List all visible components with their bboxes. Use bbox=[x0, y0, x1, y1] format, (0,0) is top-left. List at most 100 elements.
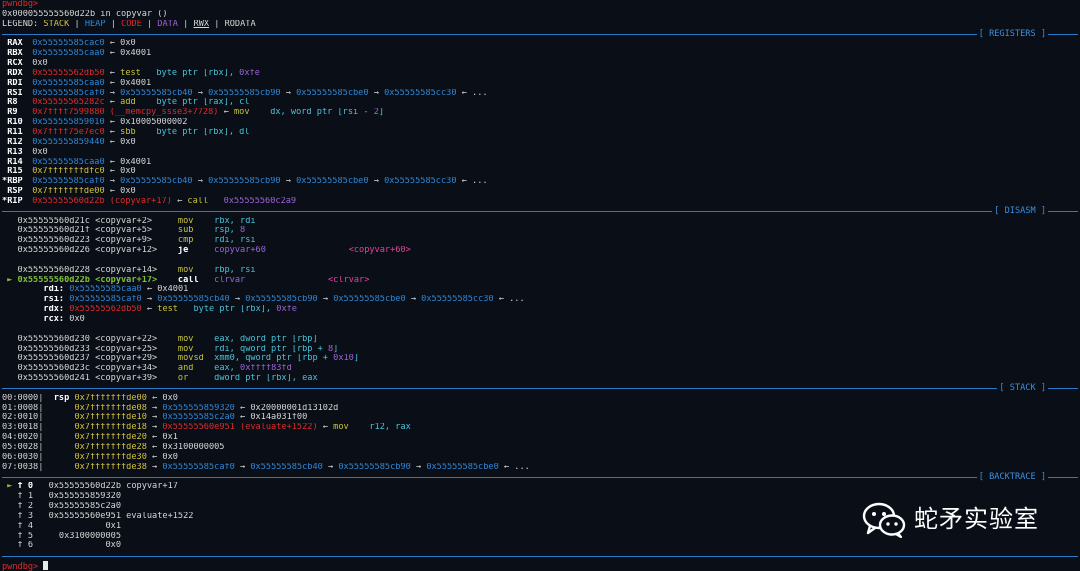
text-segment: 0x555555859010 bbox=[32, 118, 105, 128]
disasm-line: rdi: 0x55555585caa0 ← 0x4001 bbox=[2, 285, 1078, 295]
text-segment: mov bbox=[177, 334, 194, 344]
text-segment: 0x55555585cb40 bbox=[120, 88, 193, 98]
disasm-line: 0x55555560d223 <copyvar+9> cmp rdi, rsi bbox=[2, 236, 1078, 246]
text-segment: 0x55555585caa0 bbox=[32, 49, 105, 59]
register-name: R9 bbox=[7, 108, 18, 118]
text-segment: copyvar+60 bbox=[188, 246, 266, 256]
text-segment: → bbox=[405, 295, 422, 305]
text-segment: 0x7fffffffde18 bbox=[74, 423, 147, 433]
text-segment: rsp, bbox=[193, 226, 241, 236]
text-segment: 0x0 bbox=[64, 315, 85, 324]
register-name: R10 bbox=[7, 118, 23, 128]
text-segment: 0x55555560d22b (copyvar+17) bbox=[32, 196, 172, 206]
text-segment: 0x55555585cb40 bbox=[157, 295, 230, 305]
disasm-line bbox=[2, 256, 1078, 266]
bottom-separator bbox=[2, 551, 1078, 561]
text-segment: → bbox=[146, 423, 163, 433]
text-segment: 0x55555585caf0 bbox=[32, 177, 105, 187]
text-segment: → bbox=[368, 88, 385, 98]
text-segment: 0x55555562db50 bbox=[69, 305, 142, 315]
text-segment: ← 0x14a031f00 bbox=[234, 413, 308, 423]
terminal[interactable]: pwndbg> 0x000055555560d22b in copyvar ()… bbox=[2, 0, 1078, 571]
stack-row: 06:0030│ 0x7fffffffde30 ← 0x0 bbox=[2, 453, 1078, 463]
text-segment: 02:0010│ bbox=[2, 413, 75, 423]
stack-row: 03:0018│ 0x7fffffffde18 → 0x55555560e951… bbox=[2, 423, 1078, 433]
text-segment: 0x55555585cbe0 bbox=[333, 295, 406, 305]
text-segment: ► bbox=[2, 275, 18, 285]
text-segment: dx, word ptr [rsi - bbox=[249, 108, 374, 118]
text-segment: ← bbox=[104, 68, 121, 78]
register-name: RCX bbox=[7, 59, 23, 69]
text-segment: 0x55555565282c bbox=[32, 98, 105, 108]
register-name: RIP bbox=[7, 196, 23, 206]
text-segment: mov bbox=[177, 265, 194, 275]
text-segment: xmm0, qword ptr [rbp + bbox=[203, 354, 334, 364]
text-segment: 0x55555585cb90 bbox=[208, 88, 281, 98]
text-segment: → bbox=[141, 295, 158, 305]
text-segment: 0x55555560d22b copyvar+17 bbox=[33, 482, 178, 492]
text-segment: → bbox=[322, 462, 339, 472]
text-segment: 0x55555560d226 <copyvar+12> bbox=[2, 246, 178, 256]
disasm-panel: 0x55555560d21c <copyvar+2> mov rbx, rdi … bbox=[2, 217, 1078, 384]
text-segment: ► bbox=[2, 482, 18, 492]
legend-line: LEGEND: STACK | HEAP | CODE | DATA | RWX… bbox=[2, 19, 256, 29]
text-segment: 0x55555585cc30 bbox=[384, 88, 457, 98]
text-segment: 00:0000│ bbox=[2, 393, 54, 403]
text-segment: or bbox=[177, 374, 189, 384]
text-segment bbox=[266, 246, 349, 255]
disasm-line bbox=[2, 325, 1078, 335]
stack-row: 04:0020│ 0x7fffffffde20 ← 0x1 bbox=[2, 433, 1078, 443]
text-segment: 0x55555585cc30 bbox=[421, 295, 494, 305]
register-row: RDI 0x55555585caa0 ← 0x4001 bbox=[2, 79, 1078, 89]
text-segment: 0x55555585caa0 bbox=[69, 285, 142, 295]
text-segment: ← bbox=[104, 127, 121, 137]
text-segment: 0x7fffffffde10 bbox=[74, 413, 147, 423]
text-segment: byte ptr [rbx], bbox=[177, 305, 277, 315]
text-segment: test bbox=[157, 305, 178, 315]
backtrace-frame: ► f 0 0x55555560d22b copyvar+17 bbox=[2, 482, 1078, 492]
registers-separator: [ REGISTERS ] bbox=[2, 29, 1078, 40]
register-row: RSP 0x7fffffffde00 ← 0x0 bbox=[2, 187, 1078, 197]
text-segment: ← 0x0 bbox=[146, 393, 178, 403]
register-row: R9 0x7ffff7599880 (__memcpy_ssse3+7728) ←… bbox=[2, 108, 1078, 118]
text-segment: dword ptr [rbx], eax bbox=[188, 374, 318, 384]
text-segment: cmp bbox=[177, 236, 194, 246]
text-segment: 0x55555560d228 <copyvar+14> bbox=[2, 265, 178, 275]
text-segment: 0x55555560d241 <copyvar+39> bbox=[2, 374, 178, 384]
text-segment: 0x7fffffffde30 bbox=[74, 452, 147, 462]
text-segment: ] bbox=[378, 108, 385, 118]
register-row: R11 0x7ffff75e7ec0 ← sbb byte ptr [rbx], … bbox=[2, 128, 1078, 138]
disasm-line: ► 0x55555560d22b <copyvar+17> call clrva… bbox=[2, 276, 1078, 286]
text-segment: <copyvar+60> bbox=[348, 246, 411, 256]
text-segment: 01:0008│ bbox=[2, 403, 75, 413]
stack-separator: [ STACK ] bbox=[2, 383, 1078, 394]
prompt: pwndbg> bbox=[2, 562, 39, 571]
text-segment: 0x7ffff75e7ec0 bbox=[32, 127, 105, 137]
text-segment: je bbox=[177, 246, 189, 256]
text-segment: → bbox=[368, 177, 385, 187]
command-line[interactable]: pwndbg> bbox=[2, 561, 1078, 571]
text-segment: 0xfe bbox=[239, 68, 260, 78]
text-segment: 0x55555560d237 <copyvar+29> bbox=[2, 354, 178, 364]
text-segment: ← 0x0 bbox=[104, 167, 136, 177]
text-segment: 0x0 bbox=[32, 147, 48, 157]
text-segment bbox=[2, 285, 43, 294]
text-segment: ← bbox=[171, 196, 188, 206]
text-segment: ← 0x0 bbox=[104, 137, 136, 147]
backtrace-frame: f 6 0x0 bbox=[2, 541, 1078, 551]
text-segment: 0x55555585caf0 bbox=[69, 295, 142, 305]
register-name: RDX bbox=[7, 68, 23, 78]
register-row: *RIP 0x55555560d22b (copyvar+17) ← call 0… bbox=[2, 197, 1078, 207]
register-row: R14 0x55555585caa0 ← 0x4001 bbox=[2, 158, 1078, 168]
text-segment: rdi, qword ptr [rbp + bbox=[193, 344, 328, 354]
text-segment: ← 0x0 bbox=[104, 39, 136, 49]
text-segment: f 6 0x0 bbox=[2, 541, 121, 551]
text-segment: 0x55555560d223 <copyvar+9> bbox=[2, 236, 178, 246]
registers-panel: RAX 0x55555585cac0 ← 0x0 RBX 0x55555585caa… bbox=[2, 39, 1078, 206]
register-name: R8 bbox=[7, 98, 18, 108]
text-segment: ← 0x10005000002 bbox=[104, 118, 188, 128]
text-segment: mov bbox=[333, 423, 349, 433]
register-row: R12 0x555555859440 ← 0x0 bbox=[2, 138, 1078, 148]
text-segment: f 4 0x1 bbox=[2, 521, 121, 531]
text-segment: 0x10 bbox=[333, 354, 354, 364]
